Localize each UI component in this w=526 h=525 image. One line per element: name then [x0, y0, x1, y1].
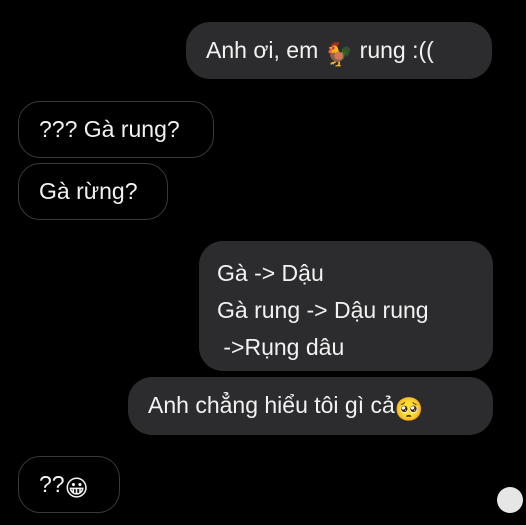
message-line: Gà rung -> Dậu rung [217, 297, 429, 323]
message-bubble-outgoing-2[interactable]: Gà -> Dậu Gà rung -> Dậu rung ->Rụng dâu [199, 241, 493, 371]
message-text: rung :(( [353, 37, 434, 63]
message-line: ->Rụng dâu [217, 334, 345, 360]
pleading-face-emoji-icon: 🥺 [394, 397, 424, 423]
message-text: ??? Gà rung? [39, 116, 180, 142]
message-text: Anh ơi, em [206, 37, 325, 63]
message-bubble-outgoing-3[interactable]: Anh chẳng hiểu tôi gì cả🥺 [128, 377, 493, 435]
message-bubble-incoming-3[interactable]: ??😀 [18, 456, 120, 513]
message-bubble-incoming-1[interactable]: ??? Gà rung? [18, 101, 214, 158]
message-line: Gà -> Dậu [217, 260, 324, 286]
white-circle-icon[interactable] [497, 487, 523, 513]
message-text: ?? [39, 471, 65, 497]
rooster-emoji-icon: 🐓 [324, 42, 354, 68]
message-bubble-outgoing-1[interactable]: Anh ơi, em 🐓 rung :(( [186, 22, 492, 79]
message-text: Gà rừng? [39, 178, 138, 204]
message-text: Anh chẳng hiểu tôi gì cả [148, 392, 395, 418]
message-bubble-incoming-2[interactable]: Gà rừng? [18, 163, 168, 220]
grinning-face-emoji-icon: 😀 [64, 476, 89, 502]
